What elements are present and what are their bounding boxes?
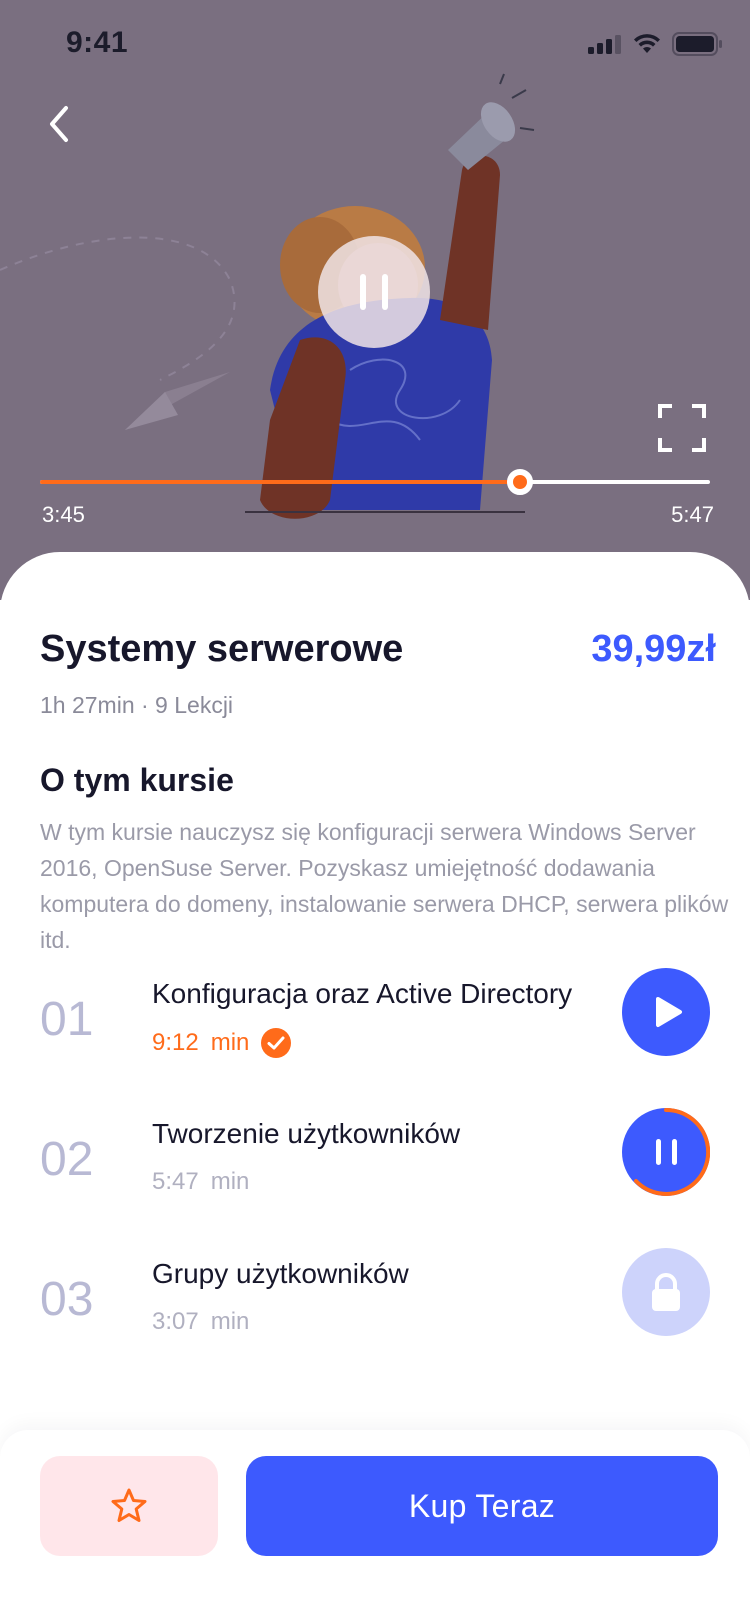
chevron-left-icon (50, 106, 68, 142)
lesson-locked-button (622, 1248, 710, 1336)
course-meta: 1h 27min · 9 Lekcji (40, 692, 234, 718)
status-time: 9:41 (66, 26, 129, 59)
battery-icon (672, 32, 722, 56)
status-icons (588, 32, 722, 56)
lesson-title: Grupy użytkowników (152, 1258, 409, 1289)
lesson-duration: 5:47 min (152, 1168, 249, 1196)
bottom-action-bar: Kup Teraz (0, 1430, 750, 1624)
video-progress-bar[interactable] (40, 469, 710, 495)
lock-icon (652, 1273, 680, 1311)
lesson-number: 02 (40, 1133, 94, 1186)
video-current-time: 3:45 (42, 502, 85, 527)
check-icon (261, 1028, 292, 1058)
pause-icon (634, 1107, 711, 1196)
video-progress-knob[interactable] (506, 469, 533, 495)
fullscreen-icon (658, 404, 706, 452)
back-button[interactable] (34, 96, 90, 152)
fullscreen-button[interactable] (656, 402, 708, 454)
lesson-duration: 3:07 min (152, 1308, 249, 1336)
about-heading: O tym kursie (40, 762, 234, 798)
lesson-item[interactable]: 02 Tworzenie użytkowników 5:47 min (0, 1107, 750, 1218)
buy-now-button[interactable]: Kup Teraz (246, 1456, 718, 1556)
status-bar: 9:41 (0, 0, 750, 90)
lesson-duration-value: 9:12 (152, 1029, 199, 1056)
course-title: Systemy serwerowe (40, 628, 404, 670)
lesson-number: 03 (40, 1273, 94, 1326)
lesson-title: Tworzenie użytkowników (152, 1118, 461, 1149)
pause-icon (360, 274, 388, 310)
lesson-title: Konfiguracja oraz Active Directory (152, 978, 573, 1009)
about-text: W tym kursie nauczysz się konfiguracji s… (40, 819, 729, 953)
lesson-duration-unit: min (210, 1168, 250, 1195)
video-progress-fill (40, 480, 520, 484)
lesson-item[interactable]: 03 Grupy użytkowników 3:07 min (0, 1248, 750, 1358)
lesson-item[interactable]: 01 Konfiguracja oraz Active Directory 9:… (0, 968, 750, 1078)
lesson-duration-value: 3:07 (152, 1308, 199, 1335)
star-icon (111, 1488, 147, 1522)
lesson-play-button[interactable] (622, 968, 710, 1056)
lesson-duration-unit: min (210, 1308, 250, 1335)
video-pause-button[interactable] (318, 236, 430, 348)
course-price: 39,99zł (591, 628, 716, 670)
video-total-time: 5:47 (671, 502, 714, 527)
play-icon (656, 997, 682, 1027)
lesson-pause-button[interactable] (622, 1107, 711, 1196)
lesson-duration-unit: min (210, 1029, 250, 1056)
signal-icon (588, 35, 621, 54)
lesson-duration-value: 5:47 (152, 1168, 199, 1195)
lesson-duration: 9:12 min (152, 1028, 292, 1058)
favorite-button[interactable] (40, 1456, 218, 1556)
wifi-icon (634, 34, 660, 53)
lesson-number: 01 (40, 993, 94, 1046)
video-player[interactable]: 9:41 3:45 5:47 (0, 0, 750, 600)
